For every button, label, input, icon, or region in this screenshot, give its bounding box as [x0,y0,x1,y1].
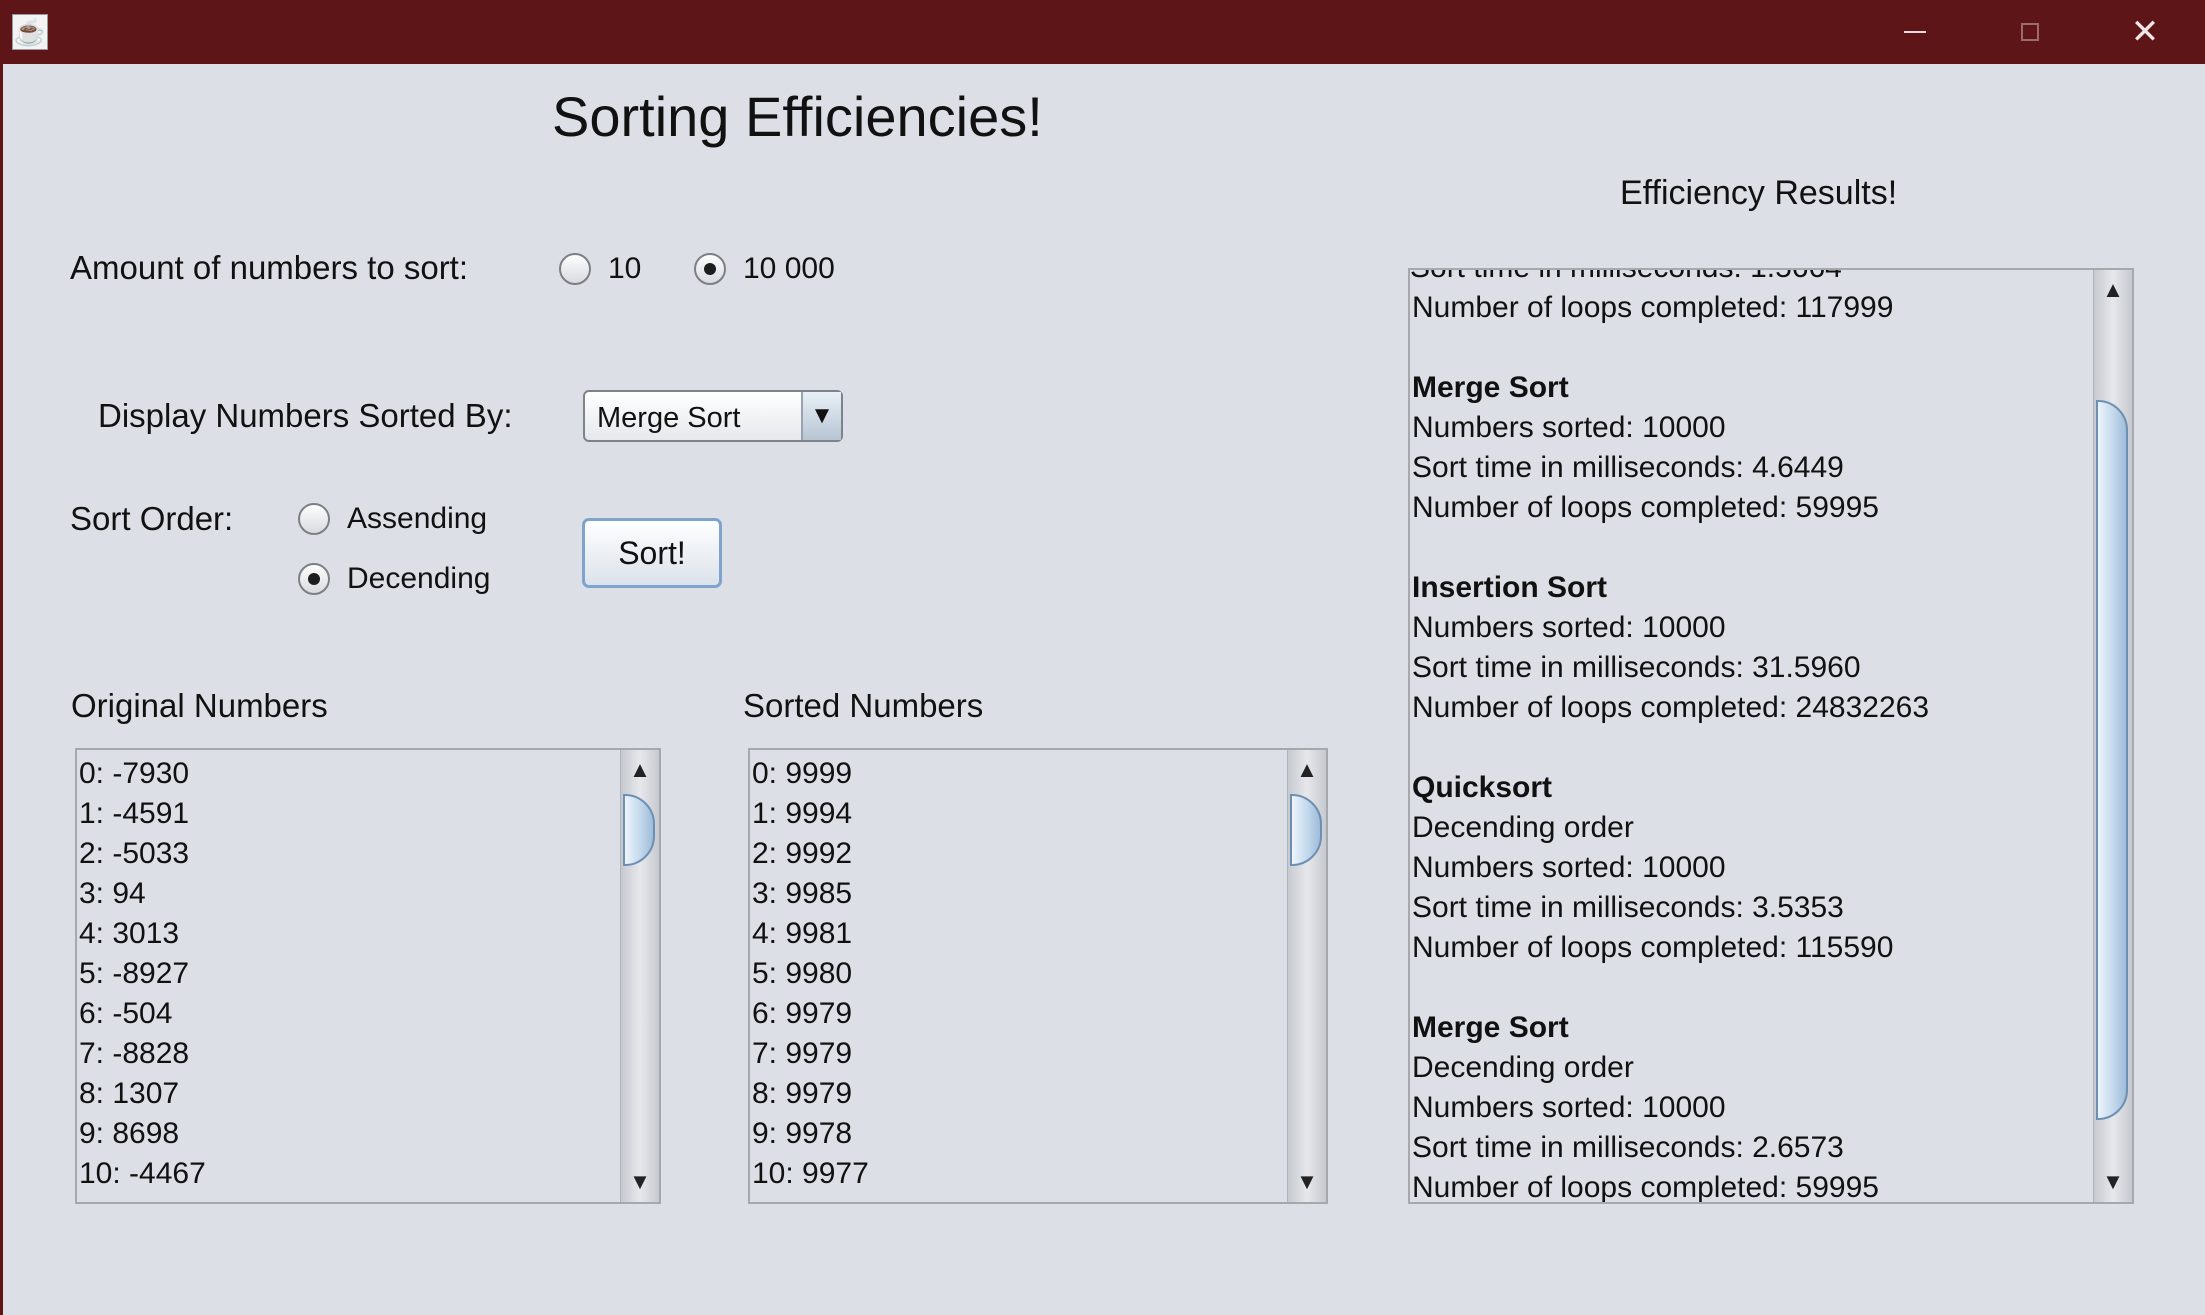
result-heading: Insertion Sort [1412,571,1608,604]
scroll-thumb[interactable] [623,794,655,866]
result-line: Numbers sorted: 10000 [1412,611,1726,644]
scroll-down-icon[interactable]: ▼ [1288,1164,1326,1200]
list-item[interactable]: 5: -8927 [79,954,619,994]
list-item[interactable]: 0: 9999 [752,754,1286,794]
order-radio-ascending-label[interactable]: Assending [347,502,487,536]
scroll-up-icon[interactable]: ▲ [1288,752,1326,788]
result-spacer [1412,528,2092,568]
list-item[interactable]: 3: 94 [79,874,619,914]
results-partial-text: Sort time in milliseconds: 1.5664 [1410,270,2092,288]
window-border [0,64,3,1315]
sort-algorithm-select[interactable]: Merge Sort ▼ [583,390,843,442]
result-heading: Quicksort [1412,771,1553,804]
result-line: Number of loops completed: 115590 [1412,931,1894,964]
close-icon: ✕ [2130,13,2160,51]
list-item[interactable]: 9: 9978 [752,1114,1286,1154]
scroll-up-icon[interactable]: ▲ [2094,272,2132,308]
maximize-button[interactable] [1975,0,2085,64]
list-item[interactable]: 2: -5033 [79,834,619,874]
list-item[interactable]: 8: 1307 [79,1074,619,1114]
scroll-down-icon[interactable]: ▼ [2094,1164,2132,1200]
result-line: Numbers sorted: 10000 [1412,851,1726,884]
list-item[interactable]: 2: 9992 [752,834,1286,874]
result-line: Sort time in milliseconds: 4.6449 [1412,451,1844,484]
sort-order-label: Sort Order: [70,500,234,537]
result-line: Sort time in milliseconds: 3.5353 [1412,891,1844,924]
list-item[interactable]: 7: 9979 [752,1034,1286,1074]
sort-algorithm-value: Merge Sort [597,402,741,434]
results-partial-line: Sort time in milliseconds: 1.5664 [1410,270,2092,288]
order-radio-descending-label[interactable]: Decending [347,562,490,596]
original-scrollbar[interactable]: ▲ ▼ [620,750,659,1202]
result-line: Number of loops completed: 117999 [1412,291,1894,324]
sorted-numbers-list[interactable]: 0: 9999 1: 9994 2: 9992 3: 9985 4: 9981 … [748,748,1328,1204]
list-item[interactable]: 6: 9979 [752,994,1286,1034]
result-line: Number of loops completed: 59995 [1412,491,1879,524]
list-item[interactable]: 4: 9981 [752,914,1286,954]
result-spacer [1412,728,2092,768]
result-line: Number of loops completed: 24832263 [1412,691,1930,724]
java-coffee-cup-icon: ☕ [12,14,48,50]
order-radio-ascending[interactable] [298,503,330,535]
page-title: Sorting Efficiencies! [552,85,1043,148]
result-spacer [1412,968,2092,1008]
result-line: Sort time in milliseconds: 31.5960 [1412,651,1861,684]
amount-radio-10000-label[interactable]: 10 000 [743,252,835,286]
order-radio-descending[interactable] [298,563,330,595]
sort-button[interactable]: Sort! [582,518,722,588]
list-item[interactable]: 3: 9985 [752,874,1286,914]
list-item[interactable]: 10: -4467 [79,1154,619,1194]
scroll-down-icon[interactable]: ▼ [621,1164,659,1200]
list-item[interactable]: 7: -8828 [79,1034,619,1074]
result-line: Decending order [1412,1051,1634,1084]
amount-radio-10[interactable] [559,253,591,285]
minimize-button[interactable] [1860,0,1970,64]
original-numbers-label: Original Numbers [71,687,328,724]
amount-radio-10000[interactable] [694,253,726,285]
list-item[interactable]: 8: 9979 [752,1074,1286,1114]
list-item[interactable]: 5: 9980 [752,954,1286,994]
list-item[interactable]: 4: 3013 [79,914,619,954]
result-spacer [1412,328,2092,368]
minimize-icon [1904,31,1926,33]
amount-radio-10-label[interactable]: 10 [608,252,641,286]
list-item[interactable]: 9: 8698 [79,1114,619,1154]
result-line: Numbers sorted: 10000 [1412,411,1726,444]
title-bar: ☕ ✕ [0,0,2205,64]
result-line: Decending order [1412,811,1634,844]
scroll-thumb[interactable] [1290,794,1322,866]
results-scrollbar[interactable]: ▲ ▼ [2093,270,2132,1202]
list-item[interactable]: 6: -504 [79,994,619,1034]
scroll-thumb[interactable] [2096,400,2128,1120]
amount-label: Amount of numbers to sort: [70,249,469,286]
list-item[interactable]: 10: 9977 [752,1154,1286,1194]
chevron-down-icon[interactable]: ▼ [801,392,841,440]
list-item[interactable]: 1: -4591 [79,794,619,834]
list-item[interactable]: 1: 9994 [752,794,1286,834]
original-numbers-list[interactable]: 0: -7930 1: -4591 2: -5033 3: 94 4: 3013… [75,748,661,1204]
close-button[interactable]: ✕ [2090,0,2200,64]
result-line: Numbers sorted: 10000 [1412,1091,1726,1124]
scroll-up-icon[interactable]: ▲ [621,752,659,788]
result-line: Sort time in milliseconds: 2.6573 [1412,1131,1844,1164]
result-line: Number of loops completed: 59995 [1412,1171,1879,1204]
result-heading: Merge Sort [1412,1011,1569,1044]
sorted-numbers-label: Sorted Numbers [743,687,984,724]
list-item[interactable]: 0: -7930 [79,754,619,794]
display-sorted-by-label: Display Numbers Sorted By: [98,397,513,434]
efficiency-results-area[interactable]: Sort time in milliseconds: 1.5664 Number… [1408,268,2134,1204]
maximize-icon [2021,23,2039,41]
results-title: Efficiency Results! [1620,174,1898,212]
result-heading: Merge Sort [1412,371,1569,404]
sorted-scrollbar[interactable]: ▲ ▼ [1287,750,1326,1202]
